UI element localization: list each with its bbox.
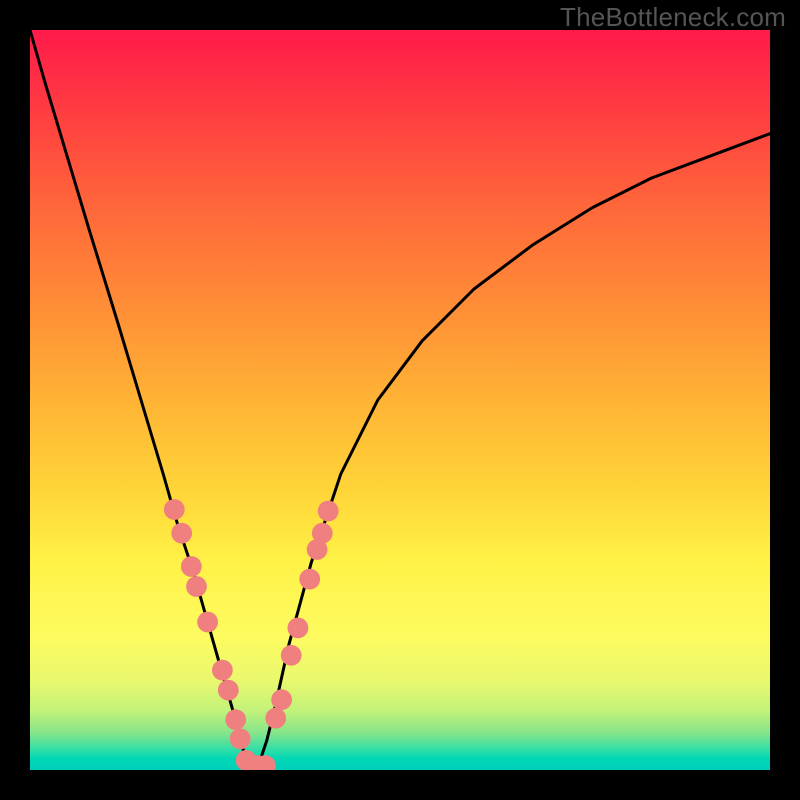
highlight-dots [164,499,339,770]
highlight-dot [218,680,239,701]
highlight-dot [181,556,202,577]
highlight-dot [288,618,309,639]
highlight-dot [230,729,251,750]
chart-svg [30,30,770,770]
highlight-dot [318,501,339,522]
highlight-dot [281,645,302,666]
highlight-dot [164,499,185,520]
highlight-dot [171,523,192,544]
bottleneck-curve [30,30,770,770]
highlight-dot [271,689,292,710]
highlight-dot [225,709,246,730]
plot-area [30,30,770,770]
highlight-dot [186,576,207,597]
highlight-dot [312,523,333,544]
highlight-dot [212,660,233,681]
chart-frame: TheBottleneck.com [0,0,800,800]
watermark-label: TheBottleneck.com [560,4,786,30]
highlight-dot [197,612,218,633]
highlight-dot [299,569,320,590]
highlight-dot [265,708,286,729]
